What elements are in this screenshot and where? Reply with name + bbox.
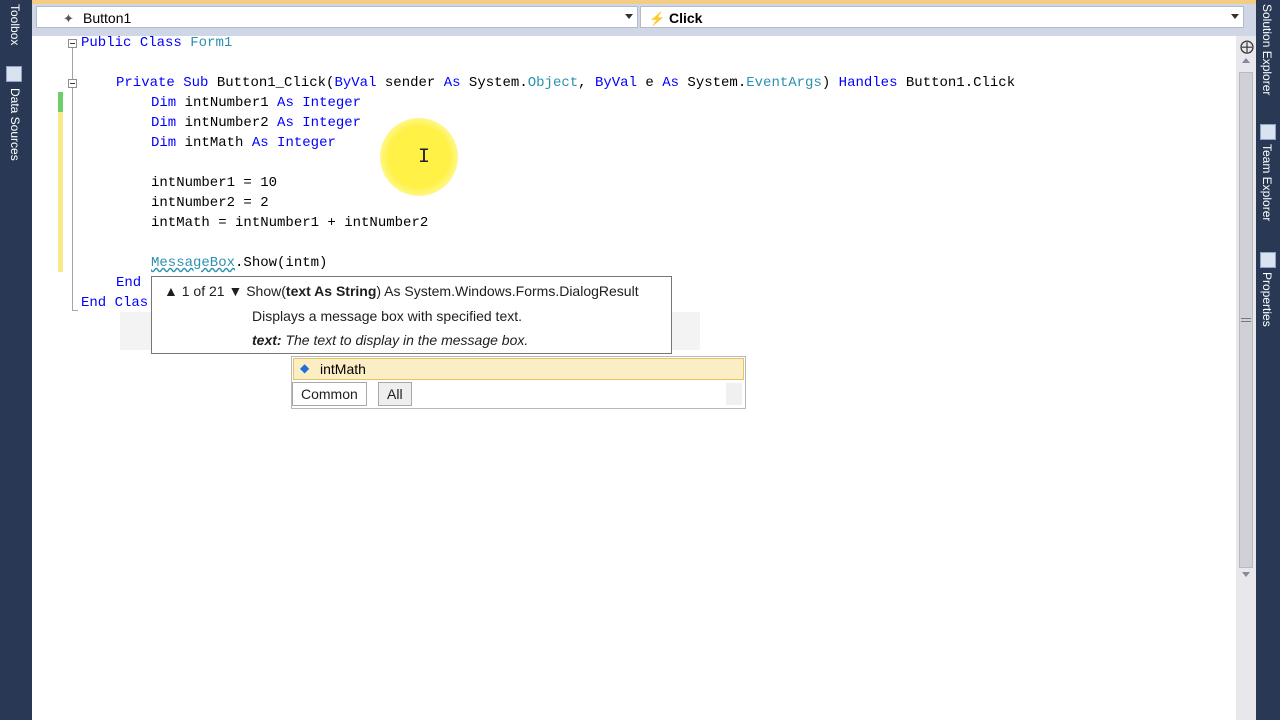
current-parameter: text As String (285, 283, 377, 299)
solution-explorer-tab[interactable]: Solution Explorer (1260, 4, 1274, 95)
code-line-dim2: Dim intNumber2 As Integer (151, 115, 362, 131)
chevron-down-icon (1231, 14, 1239, 19)
collapse-sub-toggle[interactable] (68, 79, 77, 88)
data-sources-tab[interactable]: Data Sources (8, 88, 22, 161)
code-line-assign3: intMath = intNumber1 + intNumber2 (151, 215, 429, 231)
event-dropdown[interactable]: ⚡ Click (640, 6, 1244, 28)
properties-icon (1260, 252, 1276, 268)
object-dropdown-value: Button1 (83, 10, 132, 26)
code-line-messagebox: MessageBox.Show(intm) (151, 255, 328, 271)
signature-line: ▲ 1 of 21 ▼ Show(text As String) As Syst… (164, 283, 639, 299)
tab-all[interactable]: All (378, 382, 412, 406)
split-editor-icon[interactable]: ⨁ (1240, 38, 1254, 55)
event-lightning-icon: ⚡ (649, 11, 666, 26)
previous-overload-arrow-icon[interactable]: ▲ (164, 283, 178, 299)
team-explorer-icon (1260, 124, 1276, 140)
code-line-dim1: Dim intNumber1 As Integer (151, 95, 362, 111)
completion-item-label: intMath (320, 361, 366, 377)
collapse-class-toggle[interactable] (68, 39, 77, 48)
scroll-down-arrow[interactable] (1242, 572, 1250, 577)
text-cursor-icon: I (418, 146, 431, 169)
parameter-description: text: The text to display in the message… (252, 332, 529, 348)
code-line-assign1: intNumber1 = 10 (151, 175, 278, 191)
variable-icon: ◆ (300, 361, 310, 375)
completion-resize-grip[interactable] (726, 383, 742, 405)
parameter-info-tooltip: ▲ 1 of 21 ▼ Show(text As String) As Syst… (151, 276, 672, 354)
method-description: Displays a message box with specified te… (252, 308, 523, 324)
tab-common[interactable]: Common (292, 382, 367, 406)
team-explorer-tab[interactable]: Team Explorer (1260, 144, 1274, 221)
code-line-end-class: End Clas (81, 295, 149, 311)
navigation-bar: ✦ Button1 ⚡ Click (32, 0, 1256, 36)
overload-counter: 1 of 21 (181, 283, 225, 299)
object-dropdown[interactable]: ✦ Button1 (36, 6, 638, 28)
data-sources-icon (6, 66, 22, 82)
tab-accent-strip (32, 0, 1256, 4)
code-line-end-sub: End (116, 275, 142, 291)
scroll-up-arrow[interactable] (1242, 58, 1250, 63)
event-dropdown-value: Click (669, 10, 703, 26)
vertical-scrollbar[interactable]: ⨁ (1236, 36, 1256, 720)
left-tool-panel: Toolbox Data Sources (0, 0, 32, 720)
right-tool-panel: Solution Explorer Team Explorer Properti… (1256, 0, 1280, 720)
toolbox-tab[interactable]: Toolbox (8, 4, 22, 45)
saved-change-marker (58, 92, 63, 112)
unsaved-change-marker (58, 112, 63, 272)
scroll-grip (1241, 321, 1251, 322)
code-line-class: Public Class Form1 (81, 35, 233, 51)
scroll-grip (1241, 318, 1251, 319)
code-line-assign2: intNumber2 = 2 (151, 195, 269, 211)
code-line-sub: Private Sub Button1_Click(ByVal sender A… (116, 75, 1016, 91)
completion-item[interactable]: ◆ intMath (293, 358, 744, 380)
next-overload-arrow-icon[interactable]: ▼ (228, 283, 242, 299)
button-control-icon: ✦ (63, 11, 74, 26)
code-line-dim3: Dim intMath As Integer (151, 135, 336, 151)
properties-tab[interactable]: Properties (1260, 272, 1274, 327)
outline-end (72, 310, 78, 311)
intellisense-completion-list: ◆ intMath Common All (291, 356, 746, 409)
scroll-thumb[interactable] (1239, 72, 1253, 568)
chevron-down-icon (625, 14, 633, 19)
